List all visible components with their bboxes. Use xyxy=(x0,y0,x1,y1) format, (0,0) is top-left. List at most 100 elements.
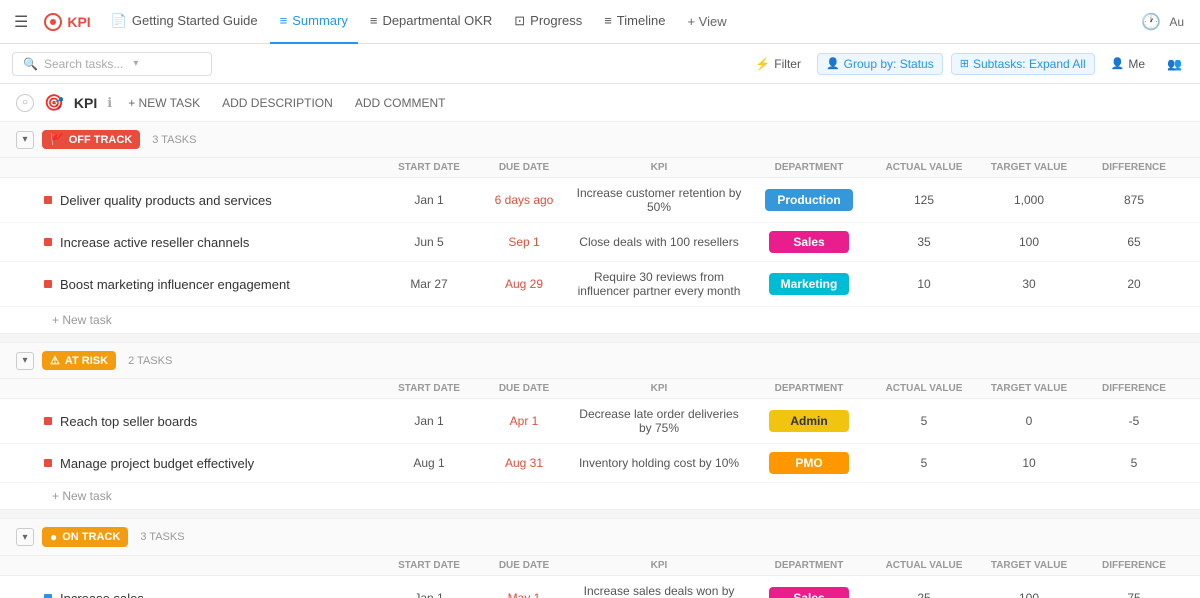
kpi-collapse-button[interactable]: ○ xyxy=(16,94,34,112)
section-collapse-on-track[interactable]: ▾ xyxy=(16,528,34,546)
task-target-value: 30 xyxy=(974,277,1084,291)
task-difference: 65 xyxy=(1084,235,1184,249)
task-due-date: May 1 xyxy=(474,591,574,598)
timeline-icon: ≡ xyxy=(604,13,612,28)
section-header-off-track: ▾ 🚩 OFF TRACK 3 TASKS xyxy=(0,122,1200,158)
task-start-date: Jan 1 xyxy=(384,414,474,428)
section-at-risk: ▾ ⚠ AT RISK 2 TASKS START DATE DUE DATE … xyxy=(0,343,1200,509)
task-color-indicator xyxy=(44,280,52,288)
table-row[interactable]: Boost marketing influencer engagement Ma… xyxy=(0,262,1200,307)
table-header-on-track: START DATE DUE DATE KPI DEPARTMENT ACTUA… xyxy=(0,556,1200,576)
task-actual-value: 5 xyxy=(874,414,974,428)
task-kpi: Require 30 reviews from influencer partn… xyxy=(574,270,744,298)
task-count-off-track: 3 TASKS xyxy=(152,134,196,146)
task-target-value: 0 xyxy=(974,414,1084,428)
section-collapse-at-risk[interactable]: ▾ xyxy=(16,352,34,370)
clock-icon: 🕐 xyxy=(1141,12,1161,32)
summary-icon: ≡ xyxy=(280,13,288,28)
task-department: Marketing xyxy=(744,273,874,295)
task-name: Increase sales xyxy=(60,591,144,598)
people-icon[interactable]: 👥 xyxy=(1161,54,1188,74)
tab-summary[interactable]: ≡ Summary xyxy=(270,0,358,44)
table-row[interactable]: Reach top seller boards Jan 1 Apr 1 Decr… xyxy=(0,399,1200,444)
task-difference: 75 xyxy=(1084,591,1184,598)
task-start-date: Aug 1 xyxy=(384,456,474,470)
task-start-date: Jan 1 xyxy=(384,591,474,598)
table-row[interactable]: Increase sales Jan 1 May 1 Increase sale… xyxy=(0,576,1200,598)
task-due-date: Apr 1 xyxy=(474,414,574,428)
subtasks-button[interactable]: ⊞ Subtasks: Expand All xyxy=(951,53,1095,75)
tab-getting-started[interactable]: 📄 Getting Started Guide xyxy=(101,0,268,44)
task-name: Reach top seller boards xyxy=(60,414,197,429)
task-color-indicator xyxy=(44,417,52,425)
task-color-indicator xyxy=(44,196,52,204)
task-due-date: Sep 1 xyxy=(474,235,574,249)
table-row[interactable]: Increase active reseller channels Jun 5 … xyxy=(0,223,1200,262)
task-name: Deliver quality products and services xyxy=(60,193,272,208)
section-divider xyxy=(0,333,1200,343)
task-name-cell: Reach top seller boards xyxy=(44,414,384,429)
task-actual-value: 35 xyxy=(874,235,974,249)
table-row[interactable]: Manage project budget effectively Aug 1 … xyxy=(0,444,1200,483)
group-icon: 👤 xyxy=(826,57,840,70)
task-count-on-track: 3 TASKS xyxy=(140,531,184,543)
task-difference: 875 xyxy=(1084,193,1184,207)
warning-icon: ⚠ xyxy=(50,354,60,367)
new-task-at-risk[interactable]: + New task xyxy=(0,483,1200,509)
section-collapse-off-track[interactable]: ▾ xyxy=(16,131,34,149)
task-due-date: Aug 29 xyxy=(474,277,574,291)
kpi-title: KPI xyxy=(74,95,97,111)
task-start-date: Jun 5 xyxy=(384,235,474,249)
group-by-button[interactable]: 👤 Group by: Status xyxy=(817,53,943,75)
add-description-button[interactable]: ADD DESCRIPTION xyxy=(216,94,339,112)
task-department: Sales xyxy=(744,587,874,598)
tab-progress[interactable]: ⊡ Progress xyxy=(504,0,592,44)
task-name-cell: Boost marketing influencer engagement xyxy=(44,277,384,292)
dropdown-arrow-icon: ▾ xyxy=(133,58,138,69)
task-department: Admin xyxy=(744,410,874,432)
filter-icon: ⚡ xyxy=(755,57,770,71)
search-icon: 🔍 xyxy=(23,57,38,71)
me-button[interactable]: 👤 Me xyxy=(1103,54,1153,74)
tab-timeline[interactable]: ≡ Timeline xyxy=(594,0,675,44)
search-input[interactable]: 🔍 Search tasks... ▾ xyxy=(12,52,212,76)
section-divider-2 xyxy=(0,509,1200,519)
circle-icon: ● xyxy=(50,530,57,544)
task-color-indicator xyxy=(44,459,52,467)
new-task-off-track[interactable]: + New task xyxy=(0,307,1200,333)
doc-icon: 📄 xyxy=(111,13,127,29)
task-actual-value: 10 xyxy=(874,277,974,291)
kpi-section-header: ○ 🎯 KPI ℹ + NEW TASK ADD DESCRIPTION ADD… xyxy=(0,84,1200,122)
task-color-indicator xyxy=(44,238,52,246)
task-name-cell: Increase sales xyxy=(44,591,384,598)
table-row[interactable]: Deliver quality products and services Ja… xyxy=(0,178,1200,223)
tab-departmental-okr[interactable]: ≡ Departmental OKR xyxy=(360,0,502,44)
task-name-cell: Manage project budget effectively xyxy=(44,456,384,471)
task-due-date: Aug 31 xyxy=(474,456,574,470)
task-count-at-risk: 2 TASKS xyxy=(128,355,172,367)
progress-icon: ⊡ xyxy=(514,13,525,29)
status-badge-on-track: ● ON TRACK xyxy=(42,527,128,547)
task-name-cell: Increase active reseller channels xyxy=(44,235,384,250)
top-nav: ☰ KPI 📄 Getting Started Guide ≡ Summary … xyxy=(0,0,1200,44)
new-task-button[interactable]: + NEW TASK xyxy=(122,94,206,112)
task-difference: -5 xyxy=(1084,414,1184,428)
section-off-track: ▾ 🚩 OFF TRACK 3 TASKS START DATE DUE DAT… xyxy=(0,122,1200,333)
section-header-at-risk: ▾ ⚠ AT RISK 2 TASKS xyxy=(0,343,1200,379)
task-color-indicator xyxy=(44,594,52,598)
subtasks-icon: ⊞ xyxy=(960,57,969,70)
add-comment-button[interactable]: ADD COMMENT xyxy=(349,94,452,112)
task-department: Sales xyxy=(744,231,874,253)
table-header-at-risk: START DATE DUE DATE KPI DEPARTMENT ACTUA… xyxy=(0,379,1200,399)
task-target-value: 100 xyxy=(974,235,1084,249)
hamburger-icon[interactable]: ☰ xyxy=(8,8,34,36)
kpi-info-icon[interactable]: ℹ xyxy=(107,95,112,111)
main-content: ▾ 🚩 OFF TRACK 3 TASKS START DATE DUE DAT… xyxy=(0,122,1200,598)
task-department: Production xyxy=(744,189,874,211)
add-view-button[interactable]: + View xyxy=(677,10,736,33)
okr-icon: ≡ xyxy=(370,13,378,28)
filter-button[interactable]: ⚡ Filter xyxy=(747,54,809,74)
user-avatar[interactable]: Au xyxy=(1169,15,1184,29)
task-kpi: Increase customer retention by 50% xyxy=(574,186,744,214)
task-target-value: 10 xyxy=(974,456,1084,470)
